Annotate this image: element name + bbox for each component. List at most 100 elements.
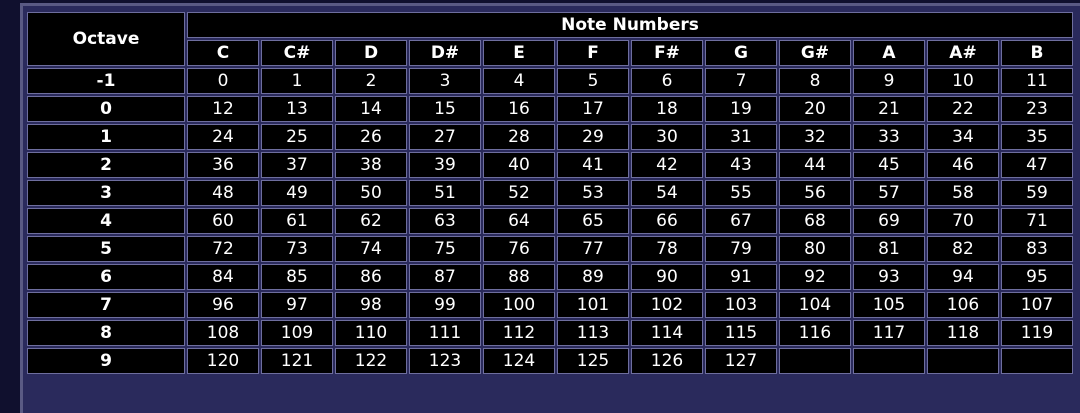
note-number-cell: 3 xyxy=(409,68,481,94)
note-header-c: C xyxy=(187,40,259,66)
note-number-cell: 105 xyxy=(853,292,925,318)
note-number-cell: 85 xyxy=(261,264,333,290)
note-number-cell: 122 xyxy=(335,348,407,374)
table-row: 8 108 109 110 111 112 113 114 115 116 117 118 119 xyxy=(27,320,1073,346)
note-number-cell: 39 xyxy=(409,152,481,178)
octave-cell: 3 xyxy=(27,180,185,206)
note-number-cell: 102 xyxy=(631,292,703,318)
note-number-cell: 45 xyxy=(853,152,925,178)
note-number-cell: 34 xyxy=(927,124,999,150)
note-number-cell: 76 xyxy=(483,236,555,262)
note-number-cell: 73 xyxy=(261,236,333,262)
note-number-cell: 31 xyxy=(705,124,777,150)
note-number-cell: 116 xyxy=(779,320,851,346)
note-number-cell: 5 xyxy=(557,68,629,94)
note-number-cell: 75 xyxy=(409,236,481,262)
note-number-cell: 93 xyxy=(853,264,925,290)
note-number-cell: 98 xyxy=(335,292,407,318)
note-number-cell: 15 xyxy=(409,96,481,122)
note-number-cell: 106 xyxy=(927,292,999,318)
note-header-f: F xyxy=(557,40,629,66)
note-number-cell: 101 xyxy=(557,292,629,318)
note-number-cell: 82 xyxy=(927,236,999,262)
note-number-cell: 60 xyxy=(187,208,259,234)
note-number-cell: 25 xyxy=(261,124,333,150)
note-number-cell: 4 xyxy=(483,68,555,94)
octave-cell: 9 xyxy=(27,348,185,374)
note-header-c-sharp: C# xyxy=(261,40,333,66)
note-number-cell: 38 xyxy=(335,152,407,178)
note-number-cell: 80 xyxy=(779,236,851,262)
note-header-b: B xyxy=(1001,40,1073,66)
note-number-cell: 123 xyxy=(409,348,481,374)
empty-cell xyxy=(779,348,851,374)
note-number-cell: 55 xyxy=(705,180,777,206)
note-header-d: D xyxy=(335,40,407,66)
note-number-cell: 118 xyxy=(927,320,999,346)
note-number-cell: 65 xyxy=(557,208,629,234)
note-number-cell: 92 xyxy=(779,264,851,290)
note-number-cell: 79 xyxy=(705,236,777,262)
note-number-cell: 46 xyxy=(927,152,999,178)
note-number-cell: 51 xyxy=(409,180,481,206)
note-number-cell: 56 xyxy=(779,180,851,206)
note-number-cell: 94 xyxy=(927,264,999,290)
note-number-cell: 36 xyxy=(187,152,259,178)
note-number-cell: 16 xyxy=(483,96,555,122)
note-number-cell: 28 xyxy=(483,124,555,150)
note-number-cell: 96 xyxy=(187,292,259,318)
note-number-cell: 120 xyxy=(187,348,259,374)
note-number-cell: 125 xyxy=(557,348,629,374)
table-row: -1 0 1 2 3 4 5 6 7 8 9 10 11 xyxy=(27,68,1073,94)
note-number-cell: 121 xyxy=(261,348,333,374)
note-number-cell: 103 xyxy=(705,292,777,318)
note-number-cell: 86 xyxy=(335,264,407,290)
note-number-cell: 47 xyxy=(1001,152,1073,178)
note-number-cell: 33 xyxy=(853,124,925,150)
note-header-a-sharp: A# xyxy=(927,40,999,66)
note-number-cell: 83 xyxy=(1001,236,1073,262)
table-row: 0 12 13 14 15 16 17 18 19 20 21 22 23 xyxy=(27,96,1073,122)
note-number-cell: 114 xyxy=(631,320,703,346)
note-number-cell: 110 xyxy=(335,320,407,346)
note-number-cell: 50 xyxy=(335,180,407,206)
note-number-cell: 20 xyxy=(779,96,851,122)
note-number-cell: 115 xyxy=(705,320,777,346)
note-number-cell: 18 xyxy=(631,96,703,122)
note-number-cell: 30 xyxy=(631,124,703,150)
note-number-cell: 43 xyxy=(705,152,777,178)
octave-cell: 0 xyxy=(27,96,185,122)
table-row: 3 48 49 50 51 52 53 54 55 56 57 58 59 xyxy=(27,180,1073,206)
note-number-cell: 23 xyxy=(1001,96,1073,122)
note-header-g: G xyxy=(705,40,777,66)
note-number-cell: 62 xyxy=(335,208,407,234)
note-header-f-sharp: F# xyxy=(631,40,703,66)
note-number-cell: 8 xyxy=(779,68,851,94)
note-number-cell: 66 xyxy=(631,208,703,234)
table-row: 9 120 121 122 123 124 125 126 127 xyxy=(27,348,1073,374)
midi-note-table: Octave Note Numbers C C# D D# E F F# G G# A A# B -1… xyxy=(25,10,1075,376)
table-row: 7 96 97 98 99 100 101 102 103 104 105 106 107 xyxy=(27,292,1073,318)
note-number-cell: 59 xyxy=(1001,180,1073,206)
note-number-cell: 12 xyxy=(187,96,259,122)
note-number-cell: 24 xyxy=(187,124,259,150)
note-number-cell: 119 xyxy=(1001,320,1073,346)
note-number-cell: 13 xyxy=(261,96,333,122)
note-number-cell: 44 xyxy=(779,152,851,178)
note-number-cell: 49 xyxy=(261,180,333,206)
octave-cell: -1 xyxy=(27,68,185,94)
note-number-cell: 89 xyxy=(557,264,629,290)
note-number-cell: 54 xyxy=(631,180,703,206)
note-number-cell: 21 xyxy=(853,96,925,122)
note-number-cell: 26 xyxy=(335,124,407,150)
empty-cell xyxy=(1001,348,1073,374)
note-number-cell: 107 xyxy=(1001,292,1073,318)
note-header-a: A xyxy=(853,40,925,66)
note-number-cell: 37 xyxy=(261,152,333,178)
note-number-cell: 97 xyxy=(261,292,333,318)
note-number-cell: 11 xyxy=(1001,68,1073,94)
note-header-d-sharp: D# xyxy=(409,40,481,66)
note-number-cell: 124 xyxy=(483,348,555,374)
note-number-cell: 90 xyxy=(631,264,703,290)
note-number-cell: 70 xyxy=(927,208,999,234)
